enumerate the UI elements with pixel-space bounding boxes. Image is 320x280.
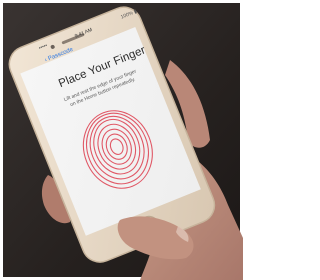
photo-scene: [0, 0, 243, 280]
photo-frame: ••••• 9:41 AM 100% ▮ ‹ Passcode Place Yo…: [0, 0, 243, 280]
